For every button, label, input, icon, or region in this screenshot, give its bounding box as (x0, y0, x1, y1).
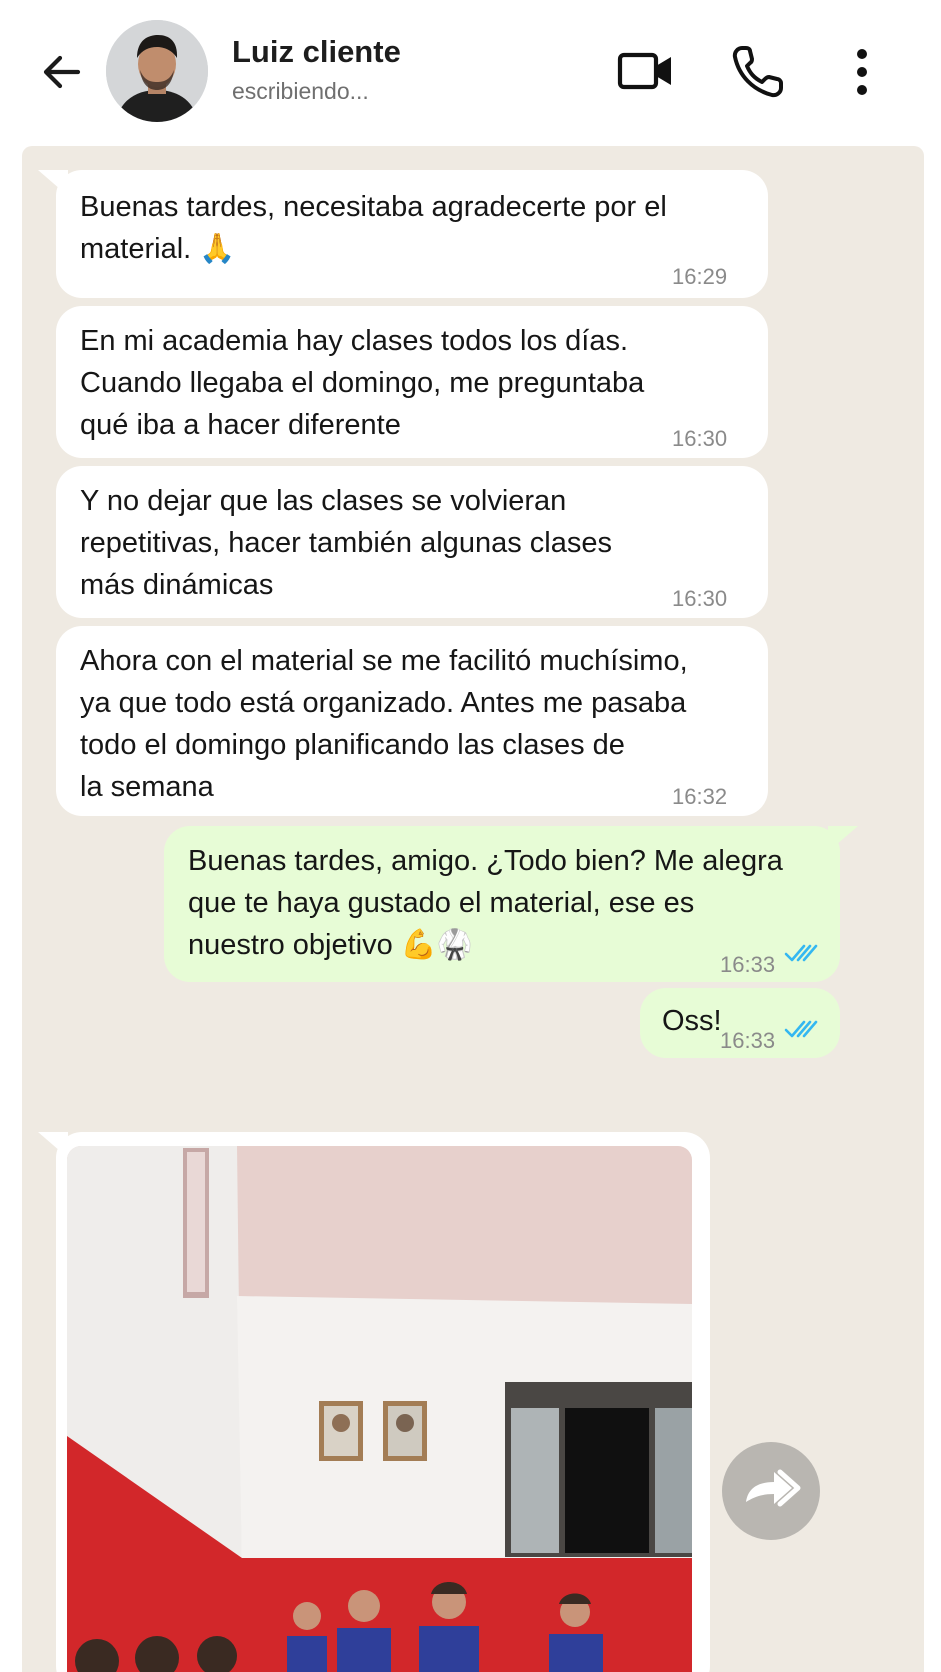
message-time: 16:33 (720, 952, 776, 977)
incoming-message[interactable]: Y no dejar que las clases se volvieran r… (56, 466, 768, 618)
message-text: Ahora con el material se me facilitó muc… (80, 645, 688, 803)
chat-header: Luiz cliente escribiendo... (0, 0, 941, 145)
chat-area[interactable]: Buenas tardes, necesitaba agradecerte po… (22, 146, 924, 1672)
message-text: Y no dejar que las clases se volvieran r… (80, 485, 612, 601)
message-text: Oss! (662, 1005, 722, 1037)
read-receipt-icon (784, 1020, 818, 1038)
incoming-message[interactable]: Ahora con el material se me facilitó muc… (56, 626, 768, 816)
message-time: 16:32 (672, 784, 728, 809)
phone-icon[interactable] (728, 42, 788, 102)
avatar[interactable] (106, 20, 208, 122)
shared-photo[interactable] (67, 1146, 692, 1672)
forward-icon (746, 1469, 801, 1507)
typing-status: escribiendo... (232, 78, 369, 104)
bubble-tail (828, 826, 858, 852)
incoming-message[interactable]: Buenas tardes, necesitaba agradecerte po… (38, 170, 768, 298)
message-text: Buenas tardes, necesitaba agradecerte po… (80, 191, 667, 265)
bubble-tail (38, 170, 68, 196)
forward-button[interactable] (722, 1442, 820, 1540)
contact-name[interactable]: Luiz cliente (232, 34, 401, 70)
message-time: 16:33 (720, 1028, 776, 1053)
more-vert-icon[interactable] (842, 42, 882, 102)
message-time: 16:29 (672, 264, 728, 289)
video-call-icon[interactable] (616, 42, 676, 102)
incoming-message[interactable]: En mi academia hay clases todos los días… (56, 306, 768, 458)
message-text: En mi academia hay clases todos los días… (80, 325, 645, 441)
message-time: 16:30 (672, 426, 728, 451)
message-time: 16:30 (672, 586, 728, 611)
outgoing-message[interactable]: Oss! 16:33 (640, 988, 840, 1058)
back-arrow-icon[interactable] (38, 48, 86, 96)
bubble-tail (38, 1132, 68, 1158)
read-receipt-icon (784, 944, 818, 962)
outgoing-message[interactable]: Buenas tardes, amigo. ¿Todo bien? Me ale… (164, 826, 858, 982)
message-text: Buenas tardes, amigo. ¿Todo bien? Me ale… (188, 845, 783, 961)
